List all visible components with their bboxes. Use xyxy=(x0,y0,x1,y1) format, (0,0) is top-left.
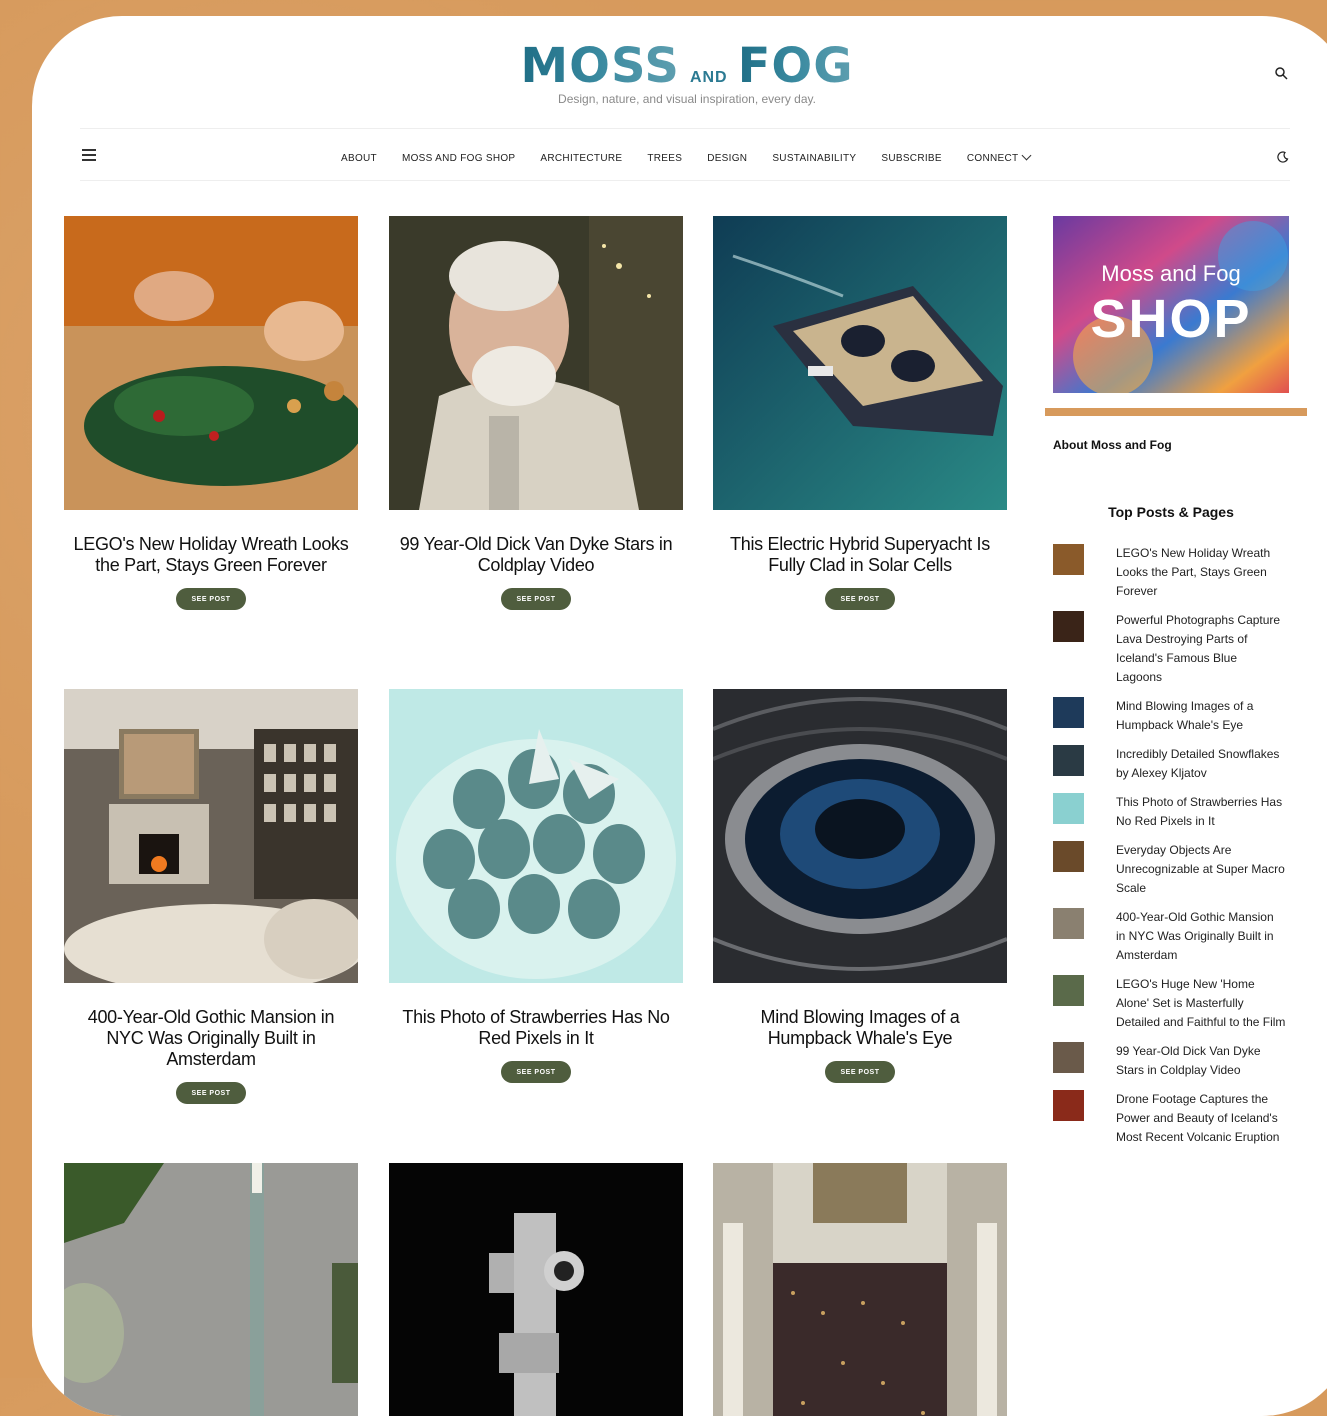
top-post-link[interactable]: 400-Year-Old Gothic Mansion in NYC Was O… xyxy=(1116,908,1286,965)
post-card: This Photo of Strawberries Has No Red Pi… xyxy=(389,689,683,1083)
nav-item-connect[interactable]: CONNECT xyxy=(966,150,1032,164)
post-image-dick-van-dyke[interactable] xyxy=(389,216,683,510)
top-post-link[interactable]: LEGO's New Holiday Wreath Looks the Part… xyxy=(1116,544,1286,601)
main-nav: ABOUT MOSS AND FOG SHOP ARCHITECTURE TRE… xyxy=(80,136,1290,180)
post-card: Mind Blowing Images of a Humpback Whale'… xyxy=(713,689,1007,1083)
post-card: 400-Year-Old Gothic Mansion in NYC Was O… xyxy=(64,689,358,1104)
see-post-button[interactable]: SEE POST xyxy=(176,588,246,610)
logo-text-moss: MOSS xyxy=(520,38,680,94)
post-title[interactable]: LEGO's New Holiday Wreath Looks the Part… xyxy=(64,534,358,576)
about-heading[interactable]: About Moss and Fog xyxy=(1053,438,1172,452)
list-item[interactable]: Everyday Objects Are Unrecognizable at S… xyxy=(1053,841,1293,898)
list-item[interactable]: 400-Year-Old Gothic Mansion in NYC Was O… xyxy=(1053,908,1293,965)
list-item[interactable]: LEGO's Huge New 'Home Alone' Set is Mast… xyxy=(1053,975,1293,1032)
list-item[interactable]: 99 Year-Old Dick Van Dyke Stars in Coldp… xyxy=(1053,1042,1293,1080)
top-posts-list: LEGO's New Holiday Wreath Looks the Part… xyxy=(1053,544,1293,1157)
top-post-link[interactable]: Drone Footage Captures the Power and Bea… xyxy=(1116,1090,1286,1147)
list-item[interactable]: LEGO's New Holiday Wreath Looks the Part… xyxy=(1053,544,1293,601)
nav-item-design[interactable]: DESIGN xyxy=(707,153,747,164)
dark-mode-moon-icon[interactable] xyxy=(1277,151,1289,163)
nav-item-architecture[interactable]: ARCHITECTURE xyxy=(540,153,622,164)
post-image-cathedral[interactable] xyxy=(713,1163,1007,1416)
top-post-link[interactable]: Mind Blowing Images of a Humpback Whale'… xyxy=(1116,697,1286,735)
menu-icon[interactable] xyxy=(82,149,96,161)
see-post-button[interactable]: SEE POST xyxy=(825,1061,895,1083)
post-image-whale-eye[interactable] xyxy=(713,689,1007,983)
post-card: 99 Year-Old Dick Van Dyke Stars in Coldp… xyxy=(389,216,683,610)
post-title[interactable]: 99 Year-Old Dick Van Dyke Stars in Coldp… xyxy=(389,534,683,576)
top-post-link[interactable]: 99 Year-Old Dick Van Dyke Stars in Coldp… xyxy=(1116,1042,1286,1080)
post-thumbnail[interactable] xyxy=(1053,1090,1084,1121)
post-thumbnail[interactable] xyxy=(1053,975,1084,1006)
post-card: This Electric Hybrid Superyacht Is Fully… xyxy=(713,216,1007,610)
post-thumbnail[interactable] xyxy=(1053,793,1084,824)
post-card xyxy=(64,1163,358,1416)
chevron-down-icon xyxy=(1021,150,1032,160)
logo-text-fog: FOG xyxy=(737,38,854,94)
list-item[interactable]: This Photo of Strawberries Has No Red Pi… xyxy=(1053,793,1293,831)
site-tagline: Design, nature, and visual inspiration, … xyxy=(558,92,816,106)
top-post-link[interactable]: Incredibly Detailed Snowflakes by Alexey… xyxy=(1116,745,1286,783)
post-title[interactable]: 400-Year-Old Gothic Mansion in NYC Was O… xyxy=(64,1007,358,1070)
post-thumbnail[interactable] xyxy=(1053,745,1084,776)
list-item[interactable]: Incredibly Detailed Snowflakes by Alexey… xyxy=(1053,745,1293,783)
see-post-button[interactable]: SEE POST xyxy=(501,588,571,610)
post-image-superyacht[interactable] xyxy=(713,216,1007,510)
post-image-lego-wreath[interactable] xyxy=(64,216,358,510)
post-image-camera-device[interactable] xyxy=(389,1163,683,1416)
site-logo[interactable]: MOSS AND FOG xyxy=(32,38,1327,94)
divider xyxy=(80,180,1290,181)
post-card xyxy=(389,1163,683,1416)
post-thumbnail[interactable] xyxy=(1053,544,1084,575)
post-title[interactable]: This Photo of Strawberries Has No Red Pi… xyxy=(389,1007,683,1049)
top-post-link[interactable]: Everyday Objects Are Unrecognizable at S… xyxy=(1116,841,1286,898)
list-item[interactable]: Powerful Photographs Capture Lava Destro… xyxy=(1053,611,1293,687)
sidebar-divider xyxy=(1045,408,1307,416)
post-thumbnail[interactable] xyxy=(1053,1042,1084,1073)
see-post-button[interactable]: SEE POST xyxy=(176,1082,246,1104)
shop-banner-line1: Moss and Fog xyxy=(1101,261,1241,286)
logo-text-and: AND xyxy=(689,69,728,86)
post-card: LEGO's New Holiday Wreath Looks the Part… xyxy=(64,216,358,610)
post-title[interactable]: Mind Blowing Images of a Humpback Whale'… xyxy=(713,1007,1007,1049)
top-post-link[interactable]: LEGO's Huge New 'Home Alone' Set is Mast… xyxy=(1116,975,1286,1032)
shop-banner-line2: SHOP xyxy=(1090,289,1252,349)
search-icon[interactable] xyxy=(1274,66,1288,80)
top-posts-heading: Top Posts & Pages xyxy=(1108,504,1234,520)
post-thumbnail[interactable] xyxy=(1053,908,1084,939)
nav-item-shop[interactable]: MOSS AND FOG SHOP xyxy=(402,153,515,164)
post-thumbnail[interactable] xyxy=(1053,611,1084,642)
post-thumbnail[interactable] xyxy=(1053,841,1084,872)
list-item[interactable]: Mind Blowing Images of a Humpback Whale'… xyxy=(1053,697,1293,735)
nav-item-subscribe[interactable]: SUBSCRIBE xyxy=(881,153,942,164)
top-post-link[interactable]: This Photo of Strawberries Has No Red Pi… xyxy=(1116,793,1286,831)
post-image-lamp[interactable] xyxy=(64,1163,358,1416)
nav-item-trees[interactable]: TREES xyxy=(647,153,682,164)
browser-page: MOSS AND FOG Design, nature, and visual in… xyxy=(32,16,1327,1416)
list-item[interactable]: Drone Footage Captures the Power and Bea… xyxy=(1053,1090,1293,1147)
post-thumbnail[interactable] xyxy=(1053,697,1084,728)
see-post-button[interactable]: SEE POST xyxy=(501,1061,571,1083)
top-post-link[interactable]: Powerful Photographs Capture Lava Destro… xyxy=(1116,611,1286,687)
nav-item-about[interactable]: ABOUT xyxy=(341,153,377,164)
post-image-gothic-mansion[interactable] xyxy=(64,689,358,983)
post-card xyxy=(713,1163,1007,1416)
nav-connect-label: CONNECT xyxy=(966,152,1019,164)
see-post-button[interactable]: SEE POST xyxy=(825,588,895,610)
nav-item-sustainability[interactable]: SUSTAINABILITY xyxy=(772,153,856,164)
post-title[interactable]: This Electric Hybrid Superyacht Is Fully… xyxy=(713,534,1007,576)
post-image-strawberries[interactable] xyxy=(389,689,683,983)
divider xyxy=(80,128,1290,129)
shop-banner[interactable]: Moss and Fog SHOP xyxy=(1053,216,1289,393)
